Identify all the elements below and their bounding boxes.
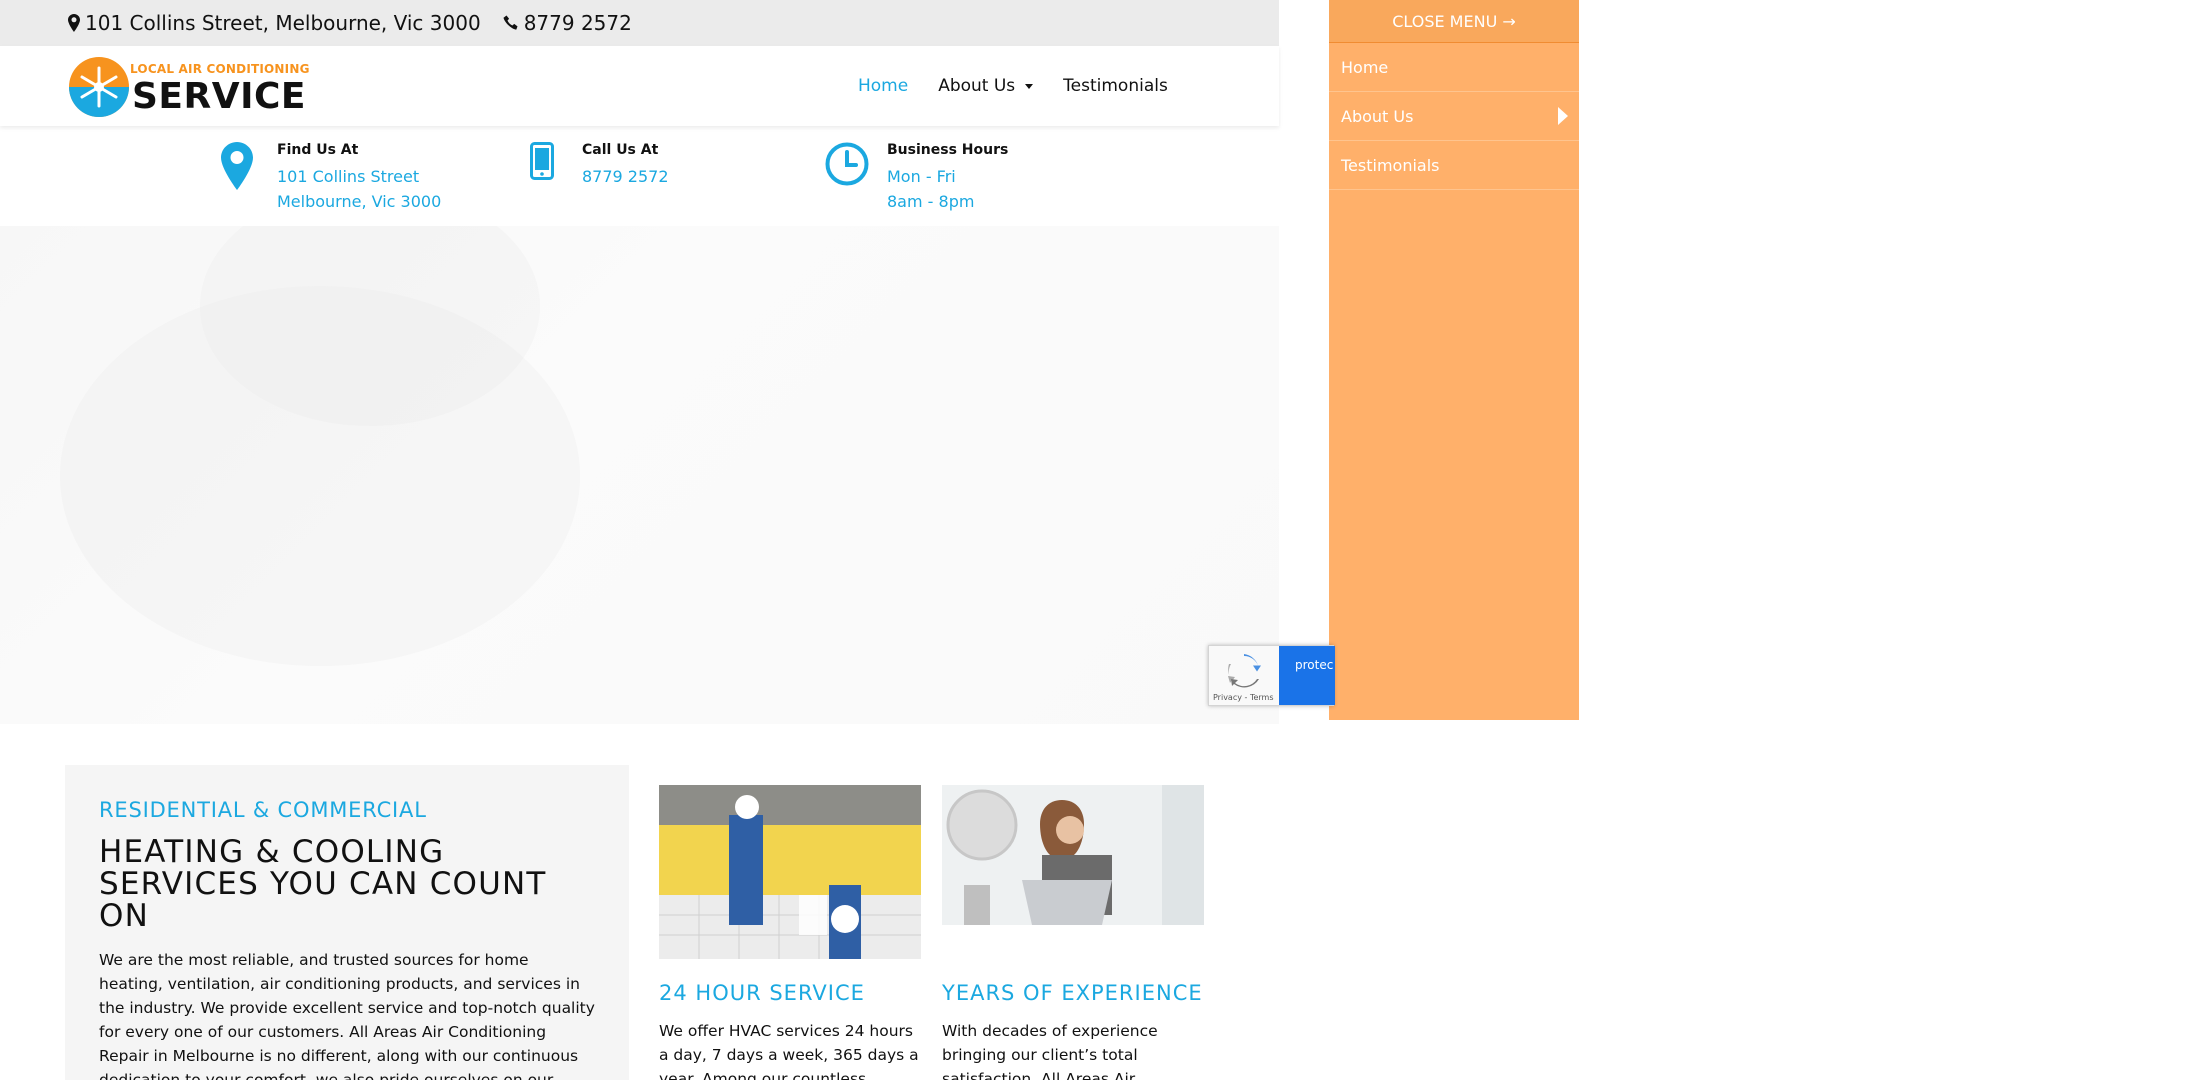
contact-location-line2: Melbourne, Vic 3000 [277, 192, 442, 211]
map-marker-icon [68, 14, 80, 32]
logo-wordmark: SERVICE [132, 76, 307, 117]
nav-about-us-label: About Us [938, 76, 1016, 96]
intro-panel: RESIDENTIAL & COMMERCIAL HEATING & COOLI… [65, 765, 629, 1080]
snowflake-sun-logo-icon [69, 57, 129, 117]
contact-phone-title: Call Us At [582, 142, 659, 158]
hero-banner [0, 226, 1279, 724]
feature-card-experience: YEARS OF EXPERIENCE With decades of expe… [942, 785, 1204, 1080]
top-info-bar: 101 Collins Street, Melbourne, Vic 3000 … [0, 0, 1279, 46]
contact-location-line1: 101 Collins Street [277, 167, 420, 186]
site-header: LOCAL AIR CONDITIONING SERVICE Home Abou… [0, 46, 1279, 126]
side-menu: CLOSE MENU → Home About Us Testimonials [1329, 0, 1579, 720]
intro-eyebrow: RESIDENTIAL & COMMERCIAL [99, 798, 427, 822]
technicians-photo [659, 785, 921, 959]
intro-heading: HEATING & COOLING SERVICES YOU CAN COUNT… [99, 834, 547, 934]
nav-home[interactable]: Home [858, 76, 908, 96]
feature-card-24-hour-title: 24 HOUR SERVICE [659, 981, 865, 1005]
contact-phone-number[interactable]: 8779 2572 [582, 164, 669, 189]
feature-card-24-hour-body: We offer HVAC services 24 hours a day, 7… [659, 1022, 919, 1080]
nav-about-us[interactable]: About Us [938, 76, 1034, 96]
logo-tagline: LOCAL AIR CONDITIONING [130, 62, 310, 76]
recaptcha-logo-icon: Privacy - Terms [1209, 646, 1279, 705]
close-menu-button[interactable]: CLOSE MENU → [1329, 0, 1579, 43]
chevron-down-icon [1025, 83, 1034, 89]
feature-card-experience-title: YEARS OF EXPERIENCE [942, 981, 1203, 1005]
feature-card-experience-body: With decades of experience bringing our … [942, 1022, 1158, 1080]
clock-icon [825, 142, 869, 198]
map-pin-icon [215, 142, 259, 198]
topbar-address-text: 101 Collins Street, Melbourne, Vic 3000 [85, 11, 481, 35]
contact-strip: Find Us At 101 Collins Street Melbourne,… [0, 126, 1279, 226]
topbar-phone-text: 8779 2572 [523, 11, 632, 35]
recaptcha-badge[interactable]: Privacy - Terms protec [1208, 645, 1335, 706]
recaptcha-label: protec [1279, 646, 1335, 705]
phone-icon [503, 15, 518, 30]
contact-hours-time: 8am - 8pm [887, 192, 975, 211]
nav-testimonials[interactable]: Testimonials [1063, 76, 1168, 96]
topbar-address: 101 Collins Street, Melbourne, Vic 3000 [68, 11, 481, 35]
contact-location-title: Find Us At [277, 142, 359, 158]
contact-phone: Call Us At 8779 2572 [520, 142, 669, 198]
topbar-phone[interactable]: 8779 2572 [503, 11, 632, 35]
contact-location: Find Us At 101 Collins Street Melbourne,… [215, 142, 441, 214]
feature-card-24-hour: 24 HOUR SERVICE We offer HVAC services 2… [659, 785, 921, 1080]
intro-body: We are the most reliable, and trusted so… [99, 951, 595, 1080]
recaptcha-terms[interactable]: Privacy - Terms [1213, 693, 1274, 702]
side-menu-item-about-us[interactable]: About Us [1329, 92, 1579, 141]
woman-laptop-photo [942, 785, 1204, 959]
side-menu-item-about-us-label: About Us [1341, 107, 1414, 126]
side-menu-item-home[interactable]: Home [1329, 43, 1579, 92]
side-menu-item-testimonials[interactable]: Testimonials [1329, 141, 1579, 190]
contact-hours-title: Business Hours [887, 142, 1009, 158]
contact-hours: Business Hours Mon - Fri 8am - 8pm [825, 142, 1008, 214]
mobile-phone-icon [520, 142, 564, 198]
contact-hours-days: Mon - Fri [887, 167, 956, 186]
main-nav: Home About Us Testimonials [858, 76, 1198, 96]
site-logo[interactable]: LOCAL AIR CONDITIONING SERVICE [68, 54, 309, 120]
submenu-expand-icon[interactable] [1558, 107, 1568, 125]
